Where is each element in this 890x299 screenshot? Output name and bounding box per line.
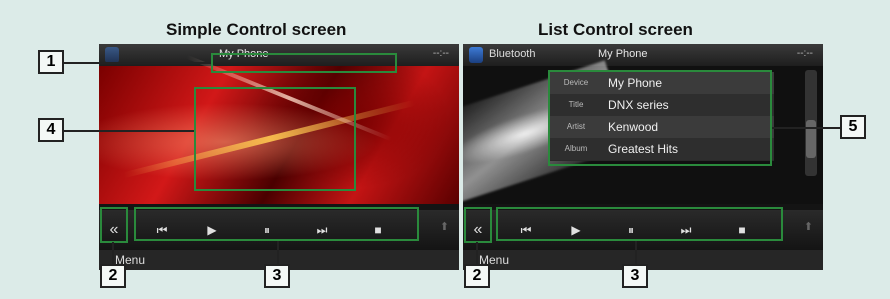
leader-line — [112, 242, 114, 264]
bluetooth-source-icon[interactable] — [105, 47, 119, 63]
callout-1: 1 — [38, 50, 64, 74]
list-control-title: List Control screen — [538, 20, 693, 39]
callout-5: 5 — [840, 115, 866, 139]
highlight-back-button — [464, 207, 492, 243]
device-name: My Phone — [598, 48, 648, 60]
scroll-thumb[interactable] — [806, 120, 816, 158]
leader-line — [635, 241, 637, 264]
callout-3: 3 — [264, 264, 290, 288]
clock: --:-- — [432, 48, 449, 59]
highlight-controls — [134, 207, 419, 241]
callout-2: 2 — [464, 264, 490, 288]
callout-2: 2 — [100, 264, 126, 288]
up-icon[interactable]: ⬆ — [804, 220, 813, 233]
bluetooth-icon[interactable] — [469, 47, 483, 63]
leader-line — [277, 241, 279, 264]
highlight-album-art — [194, 87, 356, 191]
clock: --:-- — [796, 48, 813, 59]
highlight-controls — [496, 207, 783, 241]
leader-line — [64, 62, 211, 64]
leader-line — [476, 242, 478, 264]
up-icon[interactable]: ⬆ — [440, 220, 449, 233]
top-bar: Bluetooth My Phone --:-- — [463, 44, 823, 66]
highlight-back-button — [100, 207, 128, 243]
highlight-info-list — [548, 70, 772, 166]
highlight-device-name — [211, 53, 397, 73]
simple-control-title: Simple Control screen — [166, 20, 347, 39]
callout-4: 4 — [38, 118, 64, 142]
source-label: Bluetooth — [489, 48, 536, 60]
leader-line — [772, 127, 840, 129]
leader-line — [64, 130, 194, 132]
scrollbar[interactable] — [805, 70, 817, 176]
callout-3: 3 — [622, 264, 648, 288]
